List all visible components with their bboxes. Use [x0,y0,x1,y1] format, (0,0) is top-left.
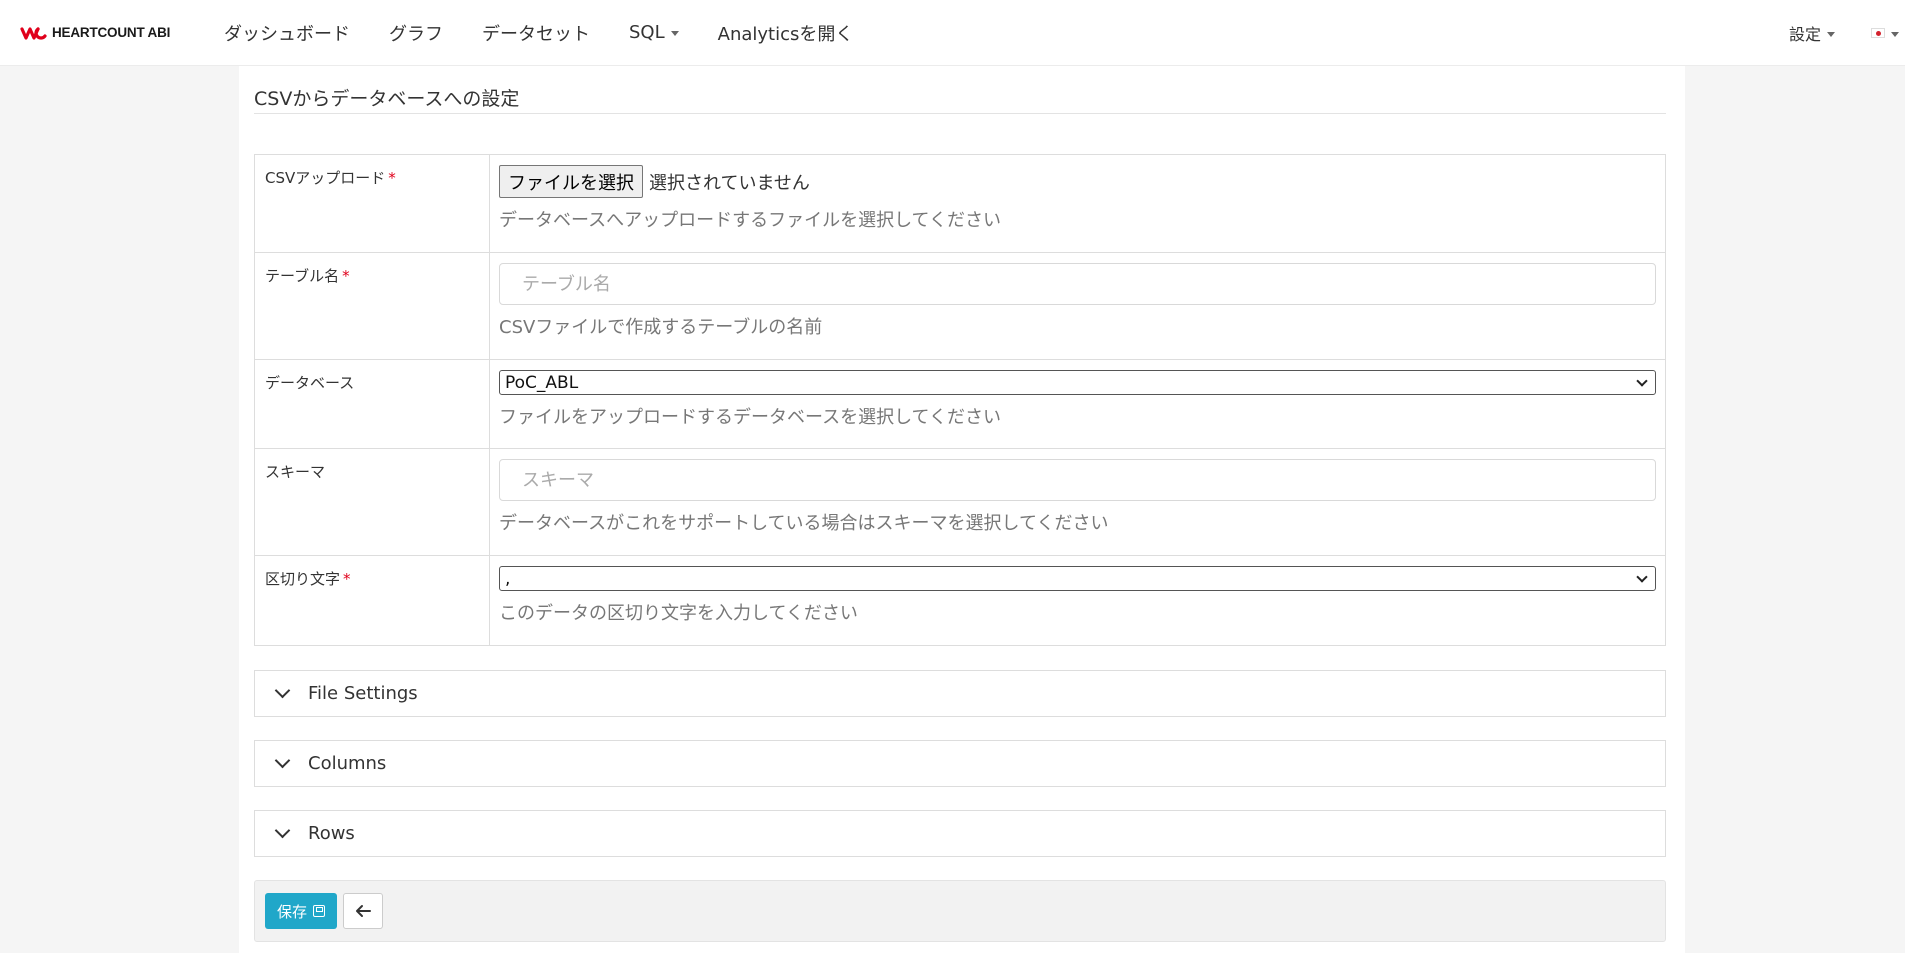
field-database: PoC_ABL ファイルをアップロードするデータベースを選択してください [489,359,1666,449]
required-mark: * [388,169,396,187]
form-row-table-name: テーブル名* CSVファイルで作成するテーブルの名前 [254,252,1666,360]
form-row-database: データベース PoC_ABL ファイルをアップロードするデータベースを選択してく… [254,359,1666,449]
accordion-file-settings[interactable]: File Settings [254,670,1666,717]
heartcount-logo-icon [20,26,47,40]
database-selected-value: PoC_ABL [505,372,579,393]
floppy-disk-icon [313,905,326,917]
field-label-csv-upload: CSVアップロード * [254,154,490,253]
language-menu[interactable] [1871,28,1899,38]
nav-right: 設定 [1789,0,1905,66]
nav-item-label: グラフ [389,23,443,45]
settings-menu[interactable]: 設定 [1789,21,1835,45]
brand[interactable]: HEARTCOUNT ABI [20,25,175,41]
caret-down-icon [670,31,679,36]
required-mark: * [343,570,351,588]
csv-upload-form: CSVアップロード * ファイルを選択 選択されていません データベースへアップロ… [254,154,1666,646]
required-mark: * [342,267,350,285]
save-button[interactable]: 保存 [265,893,338,929]
arrow-left-icon [356,905,372,917]
settings-label: 設定 [1788,25,1821,44]
page-title: CSVからデータベースへの設定 [254,88,520,110]
form-row-delimiter: 区切り文字 * , このデータの区切り文字を入力してください [254,555,1666,646]
form-actions: 保存 [254,880,1666,942]
label-text: CSVアップロード [265,169,386,187]
field-label-database: データベース [254,359,490,449]
form-row-schema: スキーマ データベースがこれをサポートしている場合はスキーマを選択してください [254,448,1666,556]
nav-item-dashboard[interactable]: ダッシュボード [224,20,350,46]
nav-item-label: ダッシュボード [224,23,350,45]
field-label-schema: スキーマ [254,448,490,556]
nav-item-dataset[interactable]: データセット [482,20,590,46]
file-picker: ファイルを選択 選択されていません [499,165,1656,198]
form-row-csv-upload: CSVアップロード * ファイルを選択 選択されていません データベースへアップロ… [254,154,1666,253]
delimiter-selected-value: , [505,568,511,589]
field-schema: データベースがこれをサポートしている場合はスキーマを選択してください [489,448,1666,556]
label-text: 区切り文字 [265,570,341,588]
chevron-down-icon [274,822,291,839]
field-label-table-name: テーブル名 * [254,252,490,360]
help-text: ファイルをアップロードするデータベースを選択してください [499,407,1002,428]
label-text: テーブル名 [265,267,340,285]
title-divider [254,113,1666,114]
chevron-down-icon [1636,374,1648,387]
field-label-delimiter: 区切り文字 * [254,555,490,646]
back-button[interactable] [343,893,384,929]
accordion-columns[interactable]: Columns [254,740,1666,787]
accordion-rows[interactable]: Rows [254,810,1666,857]
brand-name: HEARTCOUNT ABI [52,25,171,40]
top-navbar: HEARTCOUNT ABI ダッシュボード グラフ データセット SQL An… [0,0,1905,66]
caret-down-icon [1827,31,1835,37]
nav-item-sql[interactable]: SQL [629,22,679,43]
file-status: 選択されていません [649,172,810,194]
label-text: スキーマ [265,463,326,481]
field-csv-upload: ファイルを選択 選択されていません データベースへアップロードするファイルを選択… [489,154,1666,253]
nav-item-label: SQL [629,22,665,43]
help-text: データベースへアップロードするファイルを選択してください [499,210,1002,231]
choose-file-button[interactable]: ファイルを選択 [499,165,643,198]
help-text: このデータの区切り文字を入力してください [499,603,858,624]
delimiter-select[interactable]: , [499,566,1656,591]
chevron-down-icon [1636,570,1648,583]
chevron-down-icon [274,752,291,769]
caret-down-icon [1891,31,1899,37]
field-delimiter: , このデータの区切り文字を入力してください [489,555,1666,646]
accordion-label: Rows [308,823,355,844]
schema-input[interactable] [499,459,1656,501]
help-text: データベースがこれをサポートしている場合はスキーマを選択してください [499,513,1109,534]
main-nav: ダッシュボード グラフ データセット SQL Analyticsを開く [224,20,892,46]
nav-item-label: Analyticsを開く [717,23,854,45]
nav-item-label: データセット [482,23,590,45]
japan-flag-icon [1871,28,1885,38]
nav-item-chart[interactable]: グラフ [389,20,443,46]
field-table-name: CSVファイルで作成するテーブルの名前 [489,252,1666,360]
save-label: 保存 [277,902,308,921]
database-select[interactable]: PoC_ABL [499,370,1656,395]
accordion-label: Columns [308,753,387,774]
content-panel: CSVからデータベースへの設定 CSVアップロード * ファイルを選択 選択されて… [239,66,1685,953]
help-text: CSVファイルで作成するテーブルの名前 [499,317,823,338]
table-name-input[interactable] [499,263,1656,305]
accordion-label: File Settings [308,683,418,704]
chevron-down-icon [274,682,291,699]
nav-item-open-analytics[interactable]: Analyticsを開く [718,20,854,46]
label-text: データベース [265,374,355,392]
